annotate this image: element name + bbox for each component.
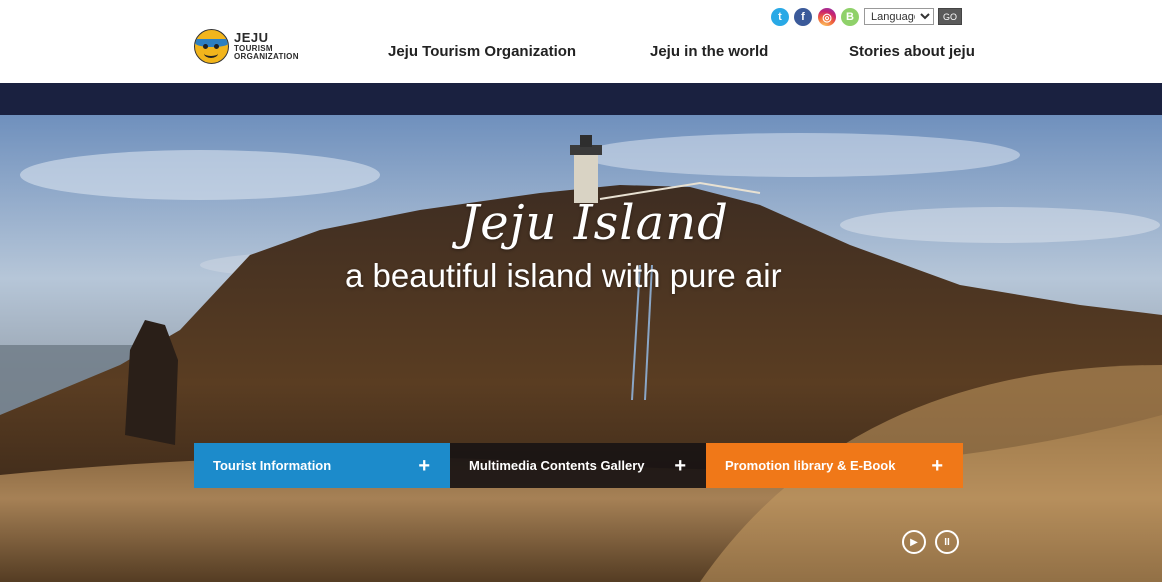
- pause-icon[interactable]: II: [935, 530, 959, 554]
- plus-icon: +: [931, 454, 943, 477]
- hero-subtitle: a beautiful island with pure air: [345, 257, 782, 294]
- multimedia-gallery-label: Multimedia Contents Gallery: [469, 458, 645, 473]
- multimedia-gallery-tile[interactable]: Multimedia Contents Gallery +: [450, 443, 706, 488]
- logo-line-3: ORGANIZATION: [234, 52, 299, 61]
- language-select[interactable]: Language: [864, 8, 934, 25]
- promotion-library-label: Promotion library & E-Book: [725, 458, 896, 473]
- tourist-information-label: Tourist Information: [213, 458, 332, 473]
- instagram-icon[interactable]: ◎: [818, 8, 836, 26]
- logo-text: JEJU TOURISM ORGANIZATION: [234, 31, 299, 61]
- logo-mark-icon: [194, 28, 229, 64]
- play-icon[interactable]: ▶: [902, 530, 926, 554]
- site-header: JEJU TOURISM ORGANIZATION Jeju Tourism O…: [0, 0, 1162, 83]
- hero-landscape-illustration: [0, 115, 1162, 582]
- hero-title: Jeju Island: [460, 195, 729, 251]
- blog-icon[interactable]: B: [841, 8, 859, 26]
- promotion-library-tile[interactable]: Promotion library & E-Book +: [706, 443, 963, 488]
- nav-jeju-tourism-organization[interactable]: Jeju Tourism Organization: [388, 43, 576, 60]
- twitter-icon[interactable]: t: [771, 8, 789, 26]
- logo-line-1: JEJU: [234, 30, 269, 45]
- plus-icon: +: [418, 454, 430, 477]
- jeju-tourism-logo[interactable]: JEJU TOURISM ORGANIZATION: [194, 28, 304, 64]
- nav-jeju-in-the-world[interactable]: Jeju in the world: [650, 43, 768, 60]
- hero-banner: Jeju Island a beautiful island with pure…: [0, 115, 1162, 582]
- plus-icon: +: [674, 454, 686, 477]
- facebook-icon[interactable]: f: [794, 8, 812, 26]
- navy-banner-bar: [0, 83, 1162, 115]
- go-button[interactable]: GO: [938, 8, 962, 25]
- nav-stories-about-jeju[interactable]: Stories about jeju: [849, 43, 975, 60]
- tourist-information-tile[interactable]: Tourist Information +: [194, 443, 450, 488]
